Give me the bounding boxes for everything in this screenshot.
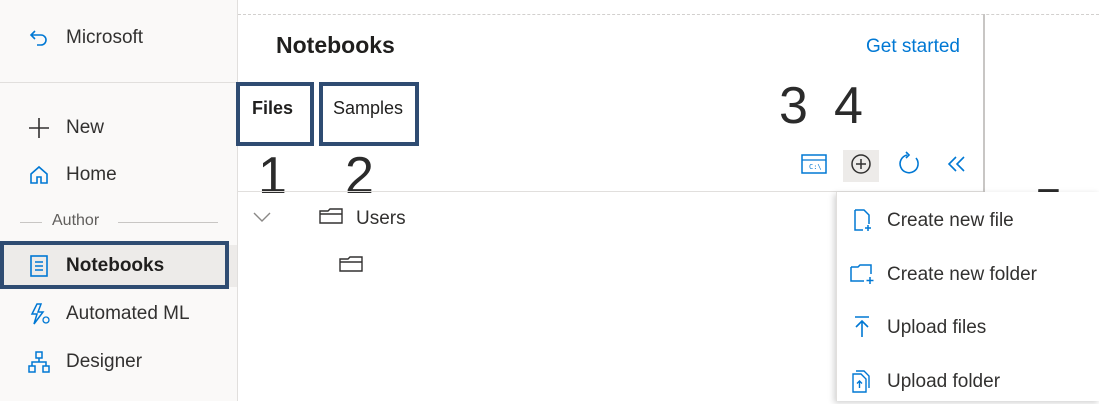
annotation-1: 1 [258,147,287,205]
terminal-icon: C:\ [801,153,827,180]
chevron-down-icon[interactable] [252,210,272,228]
new-file-icon [849,207,875,233]
annotation-2: 2 [345,147,374,205]
sidebar-item-label: Designer [66,351,143,372]
back-label: Microsoft [66,27,144,48]
back-to-microsoft[interactable]: Microsoft [0,18,237,58]
terminal-button[interactable]: C:\ [796,150,832,182]
refresh-icon [896,150,922,182]
left-nav: Microsoft New Home Author Notebooks Auto… [0,0,238,401]
sidebar-item-designer[interactable]: Designer [0,342,237,382]
annotation-3: 3 [779,77,808,135]
menu-item-create-new-folder[interactable]: Create new folder [837,251,1099,297]
home-icon [26,162,52,188]
annotation-4: 4 [834,77,863,135]
automated-ml-icon [26,301,52,327]
menu-item-label: Upload folder [887,371,1001,392]
back-arrow-icon [26,25,52,51]
designer-icon [26,349,52,375]
sidebar-item-new[interactable]: New [0,108,237,148]
svg-text:C:\: C:\ [809,163,822,171]
get-started-link[interactable]: Get started [866,36,960,58]
section-divider [0,222,237,223]
page-title: Notebooks [276,32,395,58]
menu-item-upload-files[interactable]: Upload files [837,304,1099,350]
sidebar-item-label: Home [66,164,117,185]
sidebar-item-automated-ml[interactable]: Automated ML [0,294,237,334]
plus-icon [26,115,52,141]
highlight-box-samples [319,82,419,146]
folder-icon [338,254,364,279]
new-folder-icon [849,261,875,287]
sidebar-item-label: New [66,117,105,138]
menu-item-create-new-file[interactable]: Create new file [837,197,1099,243]
section-label: Author [52,212,100,229]
upload-icon [849,314,875,340]
collapse-icon [946,154,968,179]
tree-label-users: Users [356,208,406,229]
refresh-button[interactable] [891,150,927,182]
sidebar-item-home[interactable]: Home [0,155,237,195]
collapse-button[interactable] [939,150,975,182]
sidebar-divider [0,82,237,83]
top-border [238,14,1099,15]
menu-item-label: Create new file [887,210,1014,231]
menu-item-label: Upload files [887,317,987,338]
upload-folder-icon [849,368,875,394]
pane-separator [983,14,985,192]
add-circle-icon [849,152,873,181]
add-button[interactable] [843,150,879,182]
menu-item-upload-folder[interactable]: Upload folder [837,358,1099,404]
sidebar-item-label: Automated ML [66,303,190,324]
highlight-box-files [236,82,314,146]
highlight-box-notebooks [0,241,229,289]
create-menu: Create new file Create new folder Upload… [836,192,1099,401]
folder-icon [318,206,344,231]
menu-item-label: Create new folder [887,264,1037,285]
